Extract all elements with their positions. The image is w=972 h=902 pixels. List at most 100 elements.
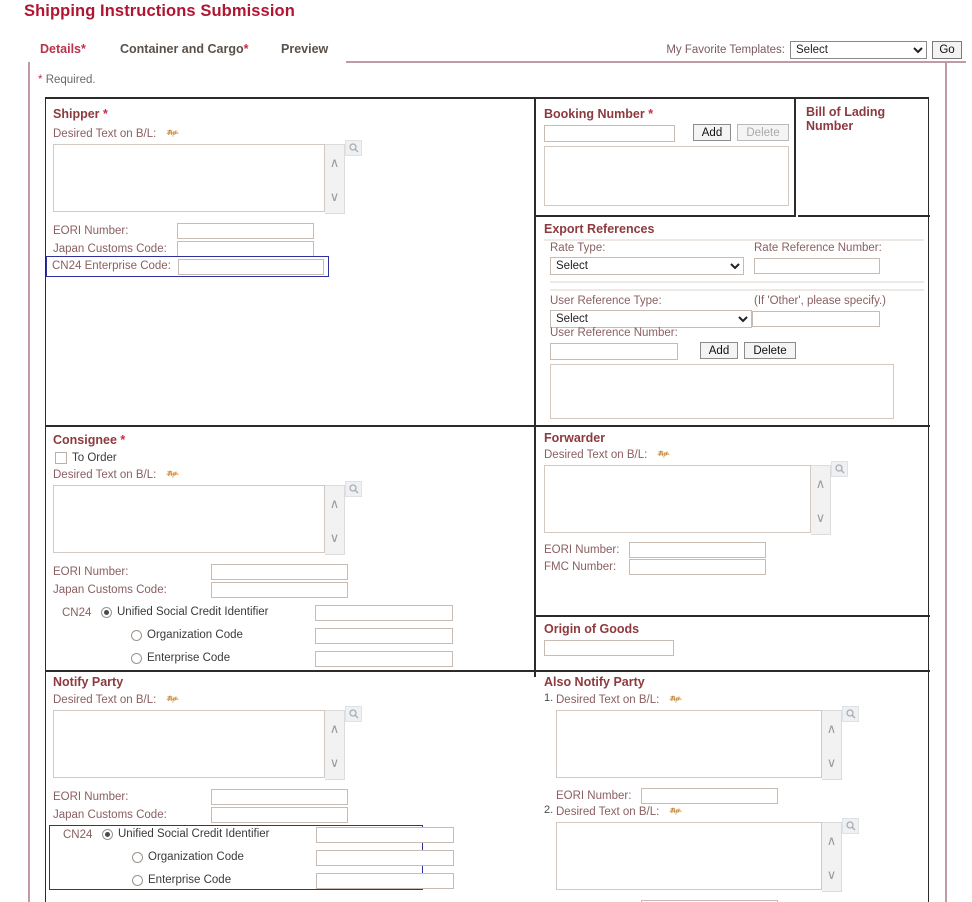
shipper-desired-text-scroll[interactable]: ∧ ∨ [325, 144, 345, 214]
notify-party-title: Notify Party [53, 675, 124, 689]
also-notify-entry-2-search-button[interactable] [842, 818, 859, 834]
user-reference-add-button[interactable]: Add [700, 342, 738, 359]
booking-number-add-button[interactable]: Add [693, 124, 731, 141]
tip-icon[interactable]: Tip [655, 448, 672, 459]
notify-party-eori-label: EORI Number: [53, 791, 129, 803]
notify-party-address-search-button[interactable] [345, 706, 362, 722]
consignee-cn24-radio-unified[interactable] [101, 606, 112, 618]
shipper-title: Shipper * [53, 107, 108, 121]
also-notify-entry-1-desired-text-input[interactable] [556, 710, 822, 778]
rate-reference-number-label: Rate Reference Number: [754, 242, 882, 254]
consignee-cn24-group: CN24 Unified Social Credit Identifier Or… [46, 604, 466, 667]
notify-party-desired-text-scroll[interactable]: ∧ ∨ [325, 710, 345, 780]
tip-icon[interactable]: Tip [164, 468, 181, 479]
also-notify-entry-2-scroll[interactable]: ∧ ∨ [822, 822, 842, 892]
consignee-cn24-input-enterprise[interactable] [315, 651, 453, 667]
to-order-checkbox[interactable] [55, 452, 67, 464]
notify-party-eori-input[interactable] [211, 789, 348, 805]
scroll-down-icon: ∨ [329, 754, 340, 770]
forwarder-eori-input[interactable] [629, 542, 766, 558]
also-notify-entry-1-eori-input[interactable] [641, 788, 778, 804]
shipper-cn24-enterprise-input[interactable] [178, 259, 324, 275]
shipper-desired-text-input[interactable] [53, 144, 325, 212]
notify-party-cn24-option-unified[interactable]: Unified Social Credit Identifier [102, 828, 270, 840]
tip-icon[interactable]: Tip [164, 127, 181, 138]
consignee-cn24-input-organization[interactable] [315, 628, 453, 644]
user-reference-delete-button[interactable]: Delete [744, 342, 796, 359]
tab-container-and-cargo-label: Container and Cargo [120, 42, 244, 56]
user-reference-type-select[interactable]: Select [550, 310, 752, 328]
notify-party-cn24-input-enterprise[interactable] [316, 873, 454, 889]
tip-icon[interactable]: Tip [667, 805, 684, 816]
tab-container-and-cargo[interactable]: Container and Cargo* [120, 42, 249, 56]
also-notify-entry-2-desired-text-label-text: Desired Text on B/L: [556, 806, 660, 818]
notify-party-cn24-radio-organization[interactable] [132, 851, 143, 863]
user-reference-other-input[interactable] [752, 311, 880, 327]
shipper-japan-customs-label: Japan Customs Code: [53, 243, 167, 255]
origin-of-goods-input[interactable] [544, 640, 674, 656]
shipper-title-text: Shipper [53, 107, 100, 121]
go-button[interactable]: Go [932, 41, 962, 59]
also-notify-entry-1-search-button[interactable] [842, 706, 859, 722]
user-reference-number-input[interactable] [550, 343, 678, 360]
notify-party-cn24-label: CN24 [63, 829, 93, 841]
notify-party-japan-customs-input[interactable] [211, 807, 348, 823]
user-reference-list[interactable] [550, 364, 894, 419]
consignee-cn24-radio-enterprise[interactable] [131, 652, 142, 664]
consignee-cn24-label: CN24 [62, 607, 92, 619]
consignee-desired-text-scroll[interactable]: ∧ ∨ [325, 485, 345, 555]
booking-number-input[interactable] [544, 125, 675, 142]
rate-type-label: Rate Type: [550, 242, 606, 254]
forwarder-desired-text-scroll[interactable]: ∧ ∨ [811, 465, 831, 535]
forwarder-fmc-input[interactable] [629, 559, 766, 575]
notify-party-desired-text-input[interactable] [53, 710, 325, 778]
shipper-cn24-enterprise-group: CN24 Enterprise Code: [46, 256, 329, 277]
notify-party-cn24-input-organization[interactable] [316, 850, 454, 866]
shipper-eori-input[interactable] [177, 223, 314, 239]
notify-party-desired-text-label-text: Desired Text on B/L: [53, 694, 157, 706]
shipper-address-search-button[interactable] [345, 140, 362, 156]
forwarder-desired-text-input[interactable] [544, 465, 811, 533]
bill-of-lading-section: Bill of Lading Number [798, 99, 930, 217]
consignee-cn24-label-organization: Organization Code [147, 629, 243, 641]
notify-party-cn24-input-unified[interactable] [316, 827, 454, 843]
consignee-cn24-radio-organization[interactable] [131, 629, 142, 641]
forwarder-eori-label: EORI Number: [544, 544, 620, 556]
tab-details[interactable]: Details* [40, 42, 86, 56]
tab-details-required-star: * [81, 42, 86, 56]
consignee-address-search-button[interactable] [345, 481, 362, 497]
also-notify-entry-1-number: 1. [544, 692, 554, 704]
booking-number-delete-button[interactable]: Delete [737, 124, 789, 141]
notify-party-cn24-option-enterprise[interactable]: Enterprise Code [132, 874, 231, 886]
tab-preview[interactable]: Preview [281, 42, 328, 56]
consignee-cn24-option-unified[interactable]: Unified Social Credit Identifier [101, 606, 269, 618]
rate-type-select[interactable]: Select [550, 257, 744, 275]
booking-number-list[interactable] [544, 146, 789, 206]
shipping-instructions-page: Shipping Instructions Submission Details… [0, 0, 972, 902]
consignee-japan-customs-input[interactable] [211, 582, 348, 598]
favorite-templates-select[interactable]: Select [790, 41, 927, 59]
forwarder-address-search-button[interactable] [831, 461, 848, 477]
consignee-cn24-option-organization[interactable]: Organization Code [131, 629, 243, 641]
consignee-cn24-option-enterprise[interactable]: Enterprise Code [131, 652, 230, 664]
consignee-section: Consignee * To Order Desired Text on B/L… [46, 427, 534, 670]
notify-party-cn24-radio-unified[interactable] [102, 828, 113, 840]
consignee-japan-customs-label: Japan Customs Code: [53, 584, 167, 596]
consignee-desired-text-label: Desired Text on B/L: Tip [53, 468, 181, 481]
also-notify-entry-1-scroll[interactable]: ∧ ∨ [822, 710, 842, 780]
svg-text:Tip: Tip [167, 129, 176, 137]
consignee-cn24-label-unified: Unified Social Credit Identifier [117, 606, 269, 618]
consignee-cn24-input-unified[interactable] [315, 605, 453, 621]
rate-reference-number-input[interactable] [754, 258, 880, 274]
consignee-eori-input[interactable] [211, 564, 348, 580]
scroll-down-icon: ∨ [329, 529, 340, 545]
also-notify-entry-2-desired-text-input[interactable] [556, 822, 822, 890]
tip-icon[interactable]: Tip [164, 693, 181, 704]
notify-party-cn24-radio-enterprise[interactable] [132, 874, 143, 886]
tip-icon[interactable]: Tip [667, 693, 684, 704]
notify-party-cn24-option-organization[interactable]: Organization Code [132, 851, 244, 863]
required-note: * Required. [38, 74, 96, 86]
consignee-desired-text-input[interactable] [53, 485, 325, 553]
shipper-japan-customs-input[interactable] [177, 241, 314, 257]
to-order-row[interactable]: To Order [55, 452, 117, 464]
